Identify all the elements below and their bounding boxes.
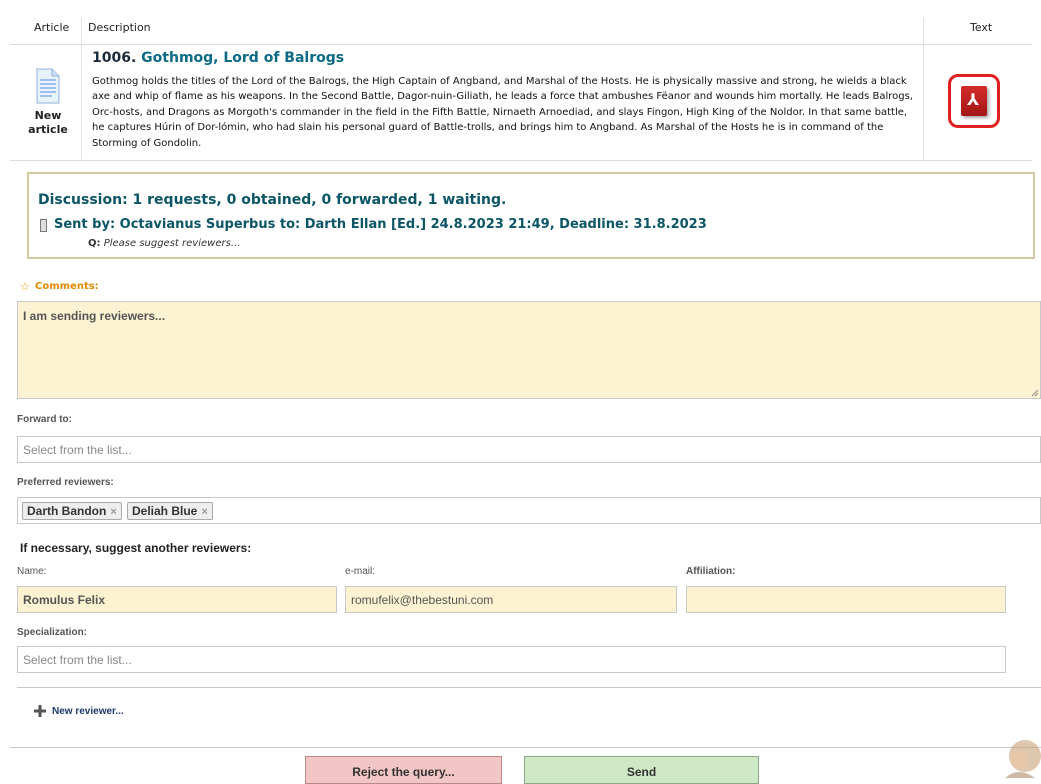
header-article: Article — [34, 21, 70, 34]
specialization-label: Specialization: — [17, 627, 88, 638]
email-label: e-mail: — [345, 566, 376, 577]
article-title[interactable]: 1006. Gothmog, Lord of Balrogs — [92, 50, 344, 66]
plus-icon[interactable] — [34, 705, 46, 717]
preferred-reviewers-label: Preferred reviewers: — [17, 477, 114, 488]
header-text: Text — [970, 21, 993, 34]
column-divider — [923, 18, 924, 161]
email-input[interactable]: romufelix@thebestuni.com — [345, 586, 677, 613]
reviewer-tag-label: Darth Bandon — [27, 504, 107, 518]
table-header: Article Description Text — [10, 18, 1032, 45]
discussion-title: Discussion: 1 requests, 0 obtained, 0 fo… — [38, 192, 507, 208]
name-input[interactable]: Romulus Felix — [17, 586, 337, 613]
document-icon — [36, 68, 60, 104]
name-label: Name: — [17, 566, 47, 577]
phone-icon — [40, 219, 47, 232]
suggest-reviewers-heading: If necessary, suggest another reviewers: — [20, 541, 252, 555]
divider — [10, 747, 1041, 748]
divider — [17, 687, 1041, 688]
remove-icon[interactable]: × — [110, 506, 116, 518]
new-article-badge: New article — [28, 109, 68, 136]
article-number: 1006. — [92, 50, 137, 66]
new-reviewer-link[interactable]: New reviewer... — [52, 706, 124, 717]
discussion-question: Q: Please suggest reviewers… — [88, 238, 241, 249]
star-icon: ☆ — [20, 280, 30, 293]
reject-query-button[interactable]: Reject the query... — [305, 756, 502, 784]
discussion-sent-info: Sent by: Octavianus Superbus to: Darth E… — [54, 217, 707, 232]
question-label: Q: — [88, 238, 101, 249]
resize-handle-icon[interactable] — [1031, 389, 1039, 397]
specialization-select[interactable]: Select from the list... — [17, 646, 1006, 673]
reviewer-tag: Deliah Blue × — [127, 502, 213, 520]
affiliation-input[interactable] — [686, 586, 1006, 613]
comments-label: Comments: — [35, 281, 99, 292]
column-divider — [81, 18, 82, 161]
pdf-icon: ⅄ — [961, 86, 987, 116]
avatar — [1005, 740, 1041, 778]
row-divider — [10, 160, 1032, 161]
pdf-download-button[interactable]: ⅄ — [948, 74, 1000, 128]
header-description: Description — [88, 21, 151, 34]
forward-to-select[interactable]: Select from the list... — [17, 436, 1041, 463]
reviewer-tag: Darth Bandon × — [22, 502, 122, 520]
affiliation-label: Affiliation: — [686, 566, 736, 577]
reviewer-tag-label: Deliah Blue — [132, 504, 198, 518]
remove-icon[interactable]: × — [201, 506, 207, 518]
forward-to-label: Forward to: — [17, 414, 72, 425]
comments-textarea[interactable]: I am sending reviewers... — [17, 301, 1041, 399]
question-text: Please suggest reviewers… — [103, 238, 241, 249]
article-title-text[interactable]: Gothmog, Lord of Balrogs — [141, 50, 344, 66]
send-button[interactable]: Send — [524, 756, 759, 784]
article-description: Gothmog holds the titles of the Lord of … — [92, 76, 913, 149]
